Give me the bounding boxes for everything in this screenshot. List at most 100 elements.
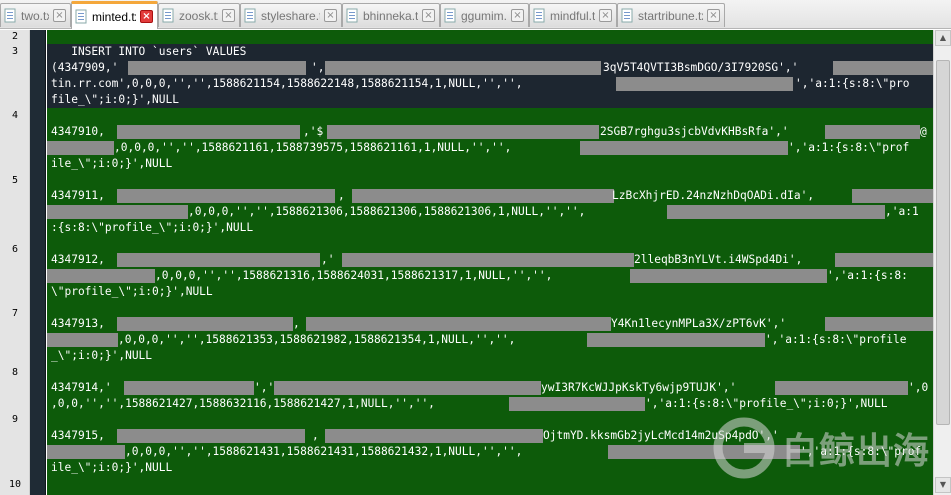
code-text: ','a:1:{s:8:\"pro [795,77,910,90]
code-text: ', [311,61,325,74]
line-number: 2 [11,31,19,42]
redacted-block [47,333,118,347]
file-icon [533,8,547,23]
tab-styleshare-txt[interactable]: styleshare.txt × [240,3,342,27]
code-text: 4347915, [51,429,105,442]
line-number: 7 [11,308,19,319]
code-text: ','a:1:{s:8:\"prof [800,445,922,458]
redacted-block [825,125,920,139]
redacted-block [325,61,601,75]
file-tab-bar: two.txt × minted.txt × zoosk.txt × style… [0,0,951,29]
tab-label: zoosk.txt [179,8,218,23]
close-tab-icon[interactable]: × [511,9,524,22]
code-text: @ [920,125,927,138]
redacted-block [852,189,933,203]
line-number: 6 [11,244,19,255]
code-text: OjtmYD.kksmGb2jyLcMcd14m2uSp4pdO',' [543,429,779,442]
code-text: , [293,317,300,330]
line-number: 5 [11,175,19,186]
redacted-block [117,189,335,203]
code-text: ile_\";i:0;}',NULL [51,461,173,474]
redacted-block [325,429,543,443]
close-tab-icon[interactable]: × [707,9,720,22]
file-icon [4,8,18,23]
code-text: ',' [254,381,275,394]
code-text: _\";i:0;}',NULL [51,349,153,362]
file-icon [444,8,458,23]
code-text: 4347914,' [51,381,112,394]
redacted-block [117,125,300,139]
redacted-block [47,269,155,283]
redacted-block [47,205,188,219]
code-text: ','a:1:{s:8:\"profile_\";i:0;}',NULL [645,397,888,410]
code-text: LzBcXhjrED.24nzNzhDqOADi.dIa', [612,189,815,202]
code-text: ,0,0,0,'','',1588621161,1588739575,15886… [114,141,512,154]
code-text: ,' [321,253,335,266]
file-icon [162,8,176,23]
redacted-block [274,381,541,395]
redacted-block [835,253,933,267]
file-icon [621,8,635,23]
text-editor-area[interactable]: INSERT INTO `users` VALUES (4347909,' ',… [47,30,933,495]
close-tab-icon[interactable]: × [222,9,235,22]
fold-margin[interactable] [30,30,46,495]
redacted-block [775,381,908,395]
redacted-block [630,269,827,283]
code-text: ,0,0,0,'','',1588621306,1588621306,15886… [188,205,586,218]
tab-startribune-txt[interactable]: startribune.txt × [617,3,725,27]
redacted-block [47,141,114,155]
close-tab-icon[interactable]: × [140,10,153,23]
code-text: ile_\";i:0;}',NULL [51,157,173,170]
redacted-block [509,397,645,411]
tab-label: startribune.txt [638,8,703,23]
close-tab-icon[interactable]: × [422,9,435,22]
file-icon [244,8,258,23]
line-number: 3 [11,46,19,57]
code-text: ,'$ [303,125,324,138]
redacted-block [306,317,611,331]
scroll-down-icon[interactable]: ▼ [935,477,951,493]
line-number: 8 [11,367,19,378]
redacted-block [117,317,293,331]
code-text: tin.rr.com',0,0,0,'','',1588621154,15886… [51,77,523,90]
tab-two-txt[interactable]: two.txt × [0,3,71,27]
tab-zoosk-txt[interactable]: zoosk.txt × [158,3,240,27]
scroll-up-icon[interactable]: ▲ [935,30,951,46]
file-icon [75,9,89,24]
line-number-gutter[interactable]: 2 3 4 5 6 7 8 9 10 [0,30,30,495]
tab-minted-txt[interactable]: minted.txt × [71,1,158,29]
code-text: :{s:8:\"profile_\";i:0;}',NULL [51,221,254,234]
close-tab-icon[interactable]: × [53,9,66,22]
redacted-block [352,189,614,203]
tab-label: minted.txt [92,9,136,24]
code-text: \"profile_\";i:0;}',NULL [51,285,213,298]
redacted-block [117,253,320,267]
tab-label: mindful.txt [550,8,595,23]
code-text: 4347913, [51,317,105,330]
close-tab-icon[interactable]: × [599,9,612,22]
code-text: 4347912, [51,253,105,266]
scrollbar-thumb[interactable] [936,60,950,425]
code-text: 4347911, [51,189,105,202]
redacted-block [825,317,933,331]
file-icon [346,8,360,23]
close-tab-icon[interactable]: × [324,9,337,22]
tab-bhinneka-txt[interactable]: bhinneka.txt × [342,3,440,27]
tab-label: bhinneka.txt [363,8,418,23]
tab-ggumim-txt[interactable]: ggumim.txt × [440,3,529,27]
code-text: ','a:1:{s:8: [827,269,908,282]
code-text: ','a:1:{s:8:\"profile [765,333,907,346]
code-text: 4347910, [51,125,105,138]
code-text: (4347909,' [51,61,119,74]
tab-mindful-txt[interactable]: mindful.txt × [529,3,617,27]
code-text: ,0,0,0,'','',1588621431,1588621431,15886… [125,445,523,458]
code-text: ,0,0,0,'','',1588621316,1588624031,15886… [155,269,553,282]
code-text: ,'a:1 [885,205,919,218]
vertical-scrollbar[interactable]: ▲ ▼ [933,30,951,495]
code-text: ',0 [908,381,929,394]
code-text: 2SGB7rghgu3sjcbVdvKHBsRfa',' [600,125,789,138]
code-text: ,0,0,0,'','',1588621353,1588621982,15886… [118,333,516,346]
redacted-block [124,381,254,395]
redacted-block [833,61,933,75]
tab-label: styleshare.txt [261,8,320,23]
